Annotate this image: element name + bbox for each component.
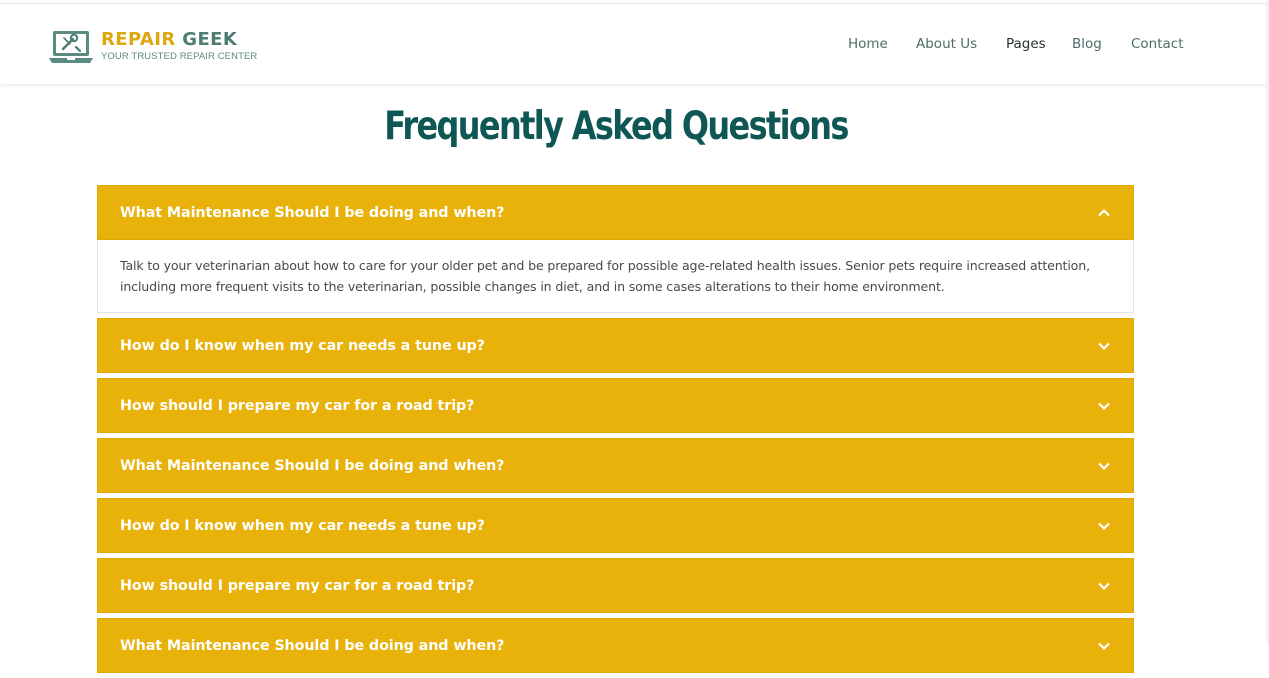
faq-question-header[interactable]: How do I know when my car needs a tune u… [97, 318, 1134, 373]
faq-answer-panel: Talk to your veterinarian about how to c… [97, 240, 1134, 313]
chevron-down-icon [1098, 582, 1110, 590]
page-title: Frequently Asked Questions [384, 104, 849, 149]
chevron-down-icon [1098, 342, 1110, 350]
nav-about-us[interactable]: About Us [916, 35, 977, 53]
site-header: REPAIR GEEK YOUR TRUSTED REPAIR CENTER H… [0, 4, 1269, 84]
faq-item: How should I prepare my car for a road t… [97, 378, 1134, 433]
chevron-down-icon [1098, 402, 1110, 410]
faq-question: How do I know when my car needs a tune u… [120, 517, 485, 534]
faq-item: How do I know when my car needs a tune u… [97, 318, 1134, 373]
faq-item: What Maintenance Should I be doing and w… [97, 185, 1134, 313]
faq-question-header[interactable]: How should I prepare my car for a road t… [97, 378, 1134, 433]
faq-question: How do I know when my car needs a tune u… [120, 337, 485, 354]
nav-home[interactable]: Home [848, 35, 888, 53]
faq-question-header[interactable]: How do I know when my car needs a tune u… [97, 498, 1134, 553]
faq-question-header[interactable]: What Maintenance Should I be doing and w… [97, 185, 1134, 240]
faq-answer: Talk to your veterinarian about how to c… [120, 258, 1090, 294]
faq-item: What Maintenance Should I be doing and w… [97, 618, 1134, 673]
brand-tagline: YOUR TRUSTED REPAIR CENTER [101, 51, 258, 62]
faq-item: How do I know when my car needs a tune u… [97, 498, 1134, 553]
faq-question-header[interactable]: What Maintenance Should I be doing and w… [97, 618, 1134, 673]
chevron-up-icon [1098, 208, 1110, 216]
faq-item: How should I prepare my car for a road t… [97, 558, 1134, 613]
faq-question: What Maintenance Should I be doing and w… [120, 637, 505, 654]
faq-question: What Maintenance Should I be doing and w… [120, 457, 505, 474]
chevron-down-icon [1098, 522, 1110, 530]
nav-blog[interactable]: Blog [1072, 35, 1102, 53]
logo[interactable]: REPAIR GEEK YOUR TRUSTED REPAIR CENTER [49, 30, 257, 64]
chevron-down-icon [1098, 642, 1110, 650]
brand-name: REPAIR GEEK [101, 29, 238, 50]
laptop-wrench-icon [49, 31, 93, 63]
nav-contact[interactable]: Contact [1131, 35, 1184, 53]
faq-accordion: What Maintenance Should I be doing and w… [97, 185, 1134, 678]
faq-question: How should I prepare my car for a road t… [120, 397, 475, 414]
chevron-down-icon [1098, 462, 1110, 470]
nav-pages[interactable]: Pages [1006, 35, 1046, 53]
faq-question-header[interactable]: How should I prepare my car for a road t… [97, 558, 1134, 613]
faq-question: What Maintenance Should I be doing and w… [120, 204, 505, 221]
faq-question: How should I prepare my car for a road t… [120, 577, 475, 594]
faq-question-header[interactable]: What Maintenance Should I be doing and w… [97, 438, 1134, 493]
faq-item: What Maintenance Should I be doing and w… [97, 438, 1134, 493]
